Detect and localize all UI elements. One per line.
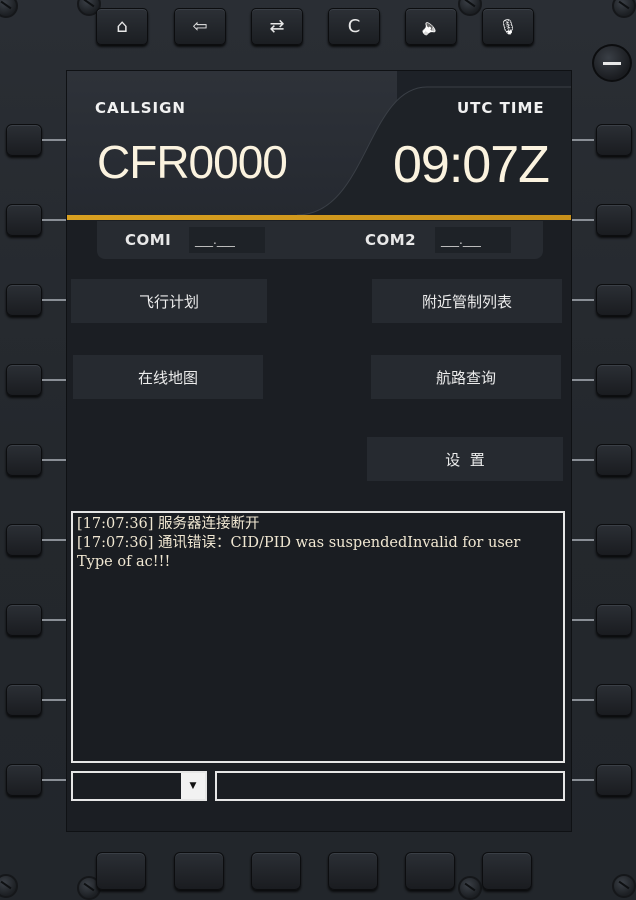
mic-button[interactable]: 🎙 xyxy=(482,8,534,45)
speaker-button[interactable]: 🔈 xyxy=(405,8,457,45)
settings-button[interactable]: 设 置 xyxy=(367,437,563,481)
display-screen: CALLSIGN CFR0000 UTC TIME 09:07Z COMI __… xyxy=(66,70,572,832)
mcdu-bezel: ⌂ ⇦ ⇄ C 🔈 🎙 CALLSIGN CFR0000 UTC TIME 09… xyxy=(0,0,636,900)
message-input[interactable] xyxy=(215,771,565,801)
screw-icon xyxy=(458,0,482,16)
com1-frequency-field[interactable]: ___.___ xyxy=(189,227,265,253)
home-icon: ⌂ xyxy=(116,16,128,37)
header-panel: CALLSIGN CFR0000 UTC TIME 09:07Z xyxy=(67,71,571,219)
speaker-icon: 🔈 xyxy=(421,17,441,36)
lsk-right-4[interactable] xyxy=(596,364,632,396)
lsk-right-3[interactable] xyxy=(596,284,632,316)
tick-mark xyxy=(42,219,68,221)
screw-icon xyxy=(612,874,636,898)
minus-icon xyxy=(603,61,621,65)
tick-mark xyxy=(42,379,68,381)
lsk-left-5[interactable] xyxy=(6,444,42,476)
swap-arrows-icon: ⇄ xyxy=(269,16,285,37)
lsk-left-2[interactable] xyxy=(6,204,42,236)
lsk-right-7[interactable] xyxy=(596,604,632,636)
bottom-key-6[interactable] xyxy=(482,852,532,890)
back-arrow-icon: ⇦ xyxy=(192,16,208,37)
lsk-right-5[interactable] xyxy=(596,444,632,476)
bottom-key-2[interactable] xyxy=(174,852,224,890)
lsk-left-1[interactable] xyxy=(6,124,42,156)
lsk-left-6[interactable] xyxy=(6,524,42,556)
lsk-right-1[interactable] xyxy=(596,124,632,156)
online-map-button[interactable]: 在线地图 xyxy=(73,355,263,399)
back-button[interactable]: ⇦ xyxy=(174,8,226,45)
message-log[interactable]: [17:07:36] 服务器连接断开 [17:07:36] 通讯错误：CID/P… xyxy=(71,511,565,763)
home-button[interactable]: ⌂ xyxy=(96,8,148,45)
screw-icon xyxy=(612,0,636,18)
tick-mark xyxy=(42,139,68,141)
lsk-left-4[interactable] xyxy=(6,364,42,396)
com2-frequency-field[interactable]: ___.___ xyxy=(435,227,511,253)
callsign-value: CFR0000 xyxy=(97,136,288,188)
tick-mark xyxy=(42,779,68,781)
clear-button[interactable]: C xyxy=(328,8,380,45)
lsk-left-9[interactable] xyxy=(6,764,42,796)
com1-label: COMI xyxy=(125,231,172,249)
accent-divider xyxy=(67,215,571,220)
lsk-left-8[interactable] xyxy=(6,684,42,716)
com2-label: COM2 xyxy=(365,231,417,249)
lsk-left-3[interactable] xyxy=(6,284,42,316)
tick-mark xyxy=(42,619,68,621)
tick-mark xyxy=(42,699,68,701)
utc-time-value: 09:07Z xyxy=(393,136,550,194)
microphone-icon: 🎙 xyxy=(498,17,518,36)
screw-icon xyxy=(0,0,18,18)
lsk-right-6[interactable] xyxy=(596,524,632,556)
com-frequency-bar: COMI ___.___ COM2 ___.___ xyxy=(97,221,543,259)
screw-icon xyxy=(0,874,18,898)
tick-mark xyxy=(42,539,68,541)
lsk-right-8[interactable] xyxy=(596,684,632,716)
flight-plan-button[interactable]: 飞行计划 xyxy=(71,279,267,323)
lsk-right-9[interactable] xyxy=(596,764,632,796)
tick-mark xyxy=(42,299,68,301)
screw-icon xyxy=(458,876,482,900)
bottom-key-5[interactable] xyxy=(405,852,455,890)
utc-time-label: UTC TIME xyxy=(457,99,545,117)
minus-button[interactable] xyxy=(592,44,632,82)
nearby-atc-list-button[interactable]: 附近管制列表 xyxy=(372,279,562,323)
bottom-key-4[interactable] xyxy=(328,852,378,890)
swap-button[interactable]: ⇄ xyxy=(251,8,303,45)
lsk-right-2[interactable] xyxy=(596,204,632,236)
callsign-label: CALLSIGN xyxy=(95,99,186,117)
route-query-button[interactable]: 航路查询 xyxy=(371,355,561,399)
clear-label: C xyxy=(347,16,361,37)
bottom-key-3[interactable] xyxy=(251,852,301,890)
tick-mark xyxy=(42,459,68,461)
bottom-key-1[interactable] xyxy=(96,852,146,890)
lsk-left-7[interactable] xyxy=(6,604,42,636)
chevron-down-icon[interactable]: ▼ xyxy=(181,773,205,799)
message-type-select[interactable]: ▼ xyxy=(71,771,207,801)
